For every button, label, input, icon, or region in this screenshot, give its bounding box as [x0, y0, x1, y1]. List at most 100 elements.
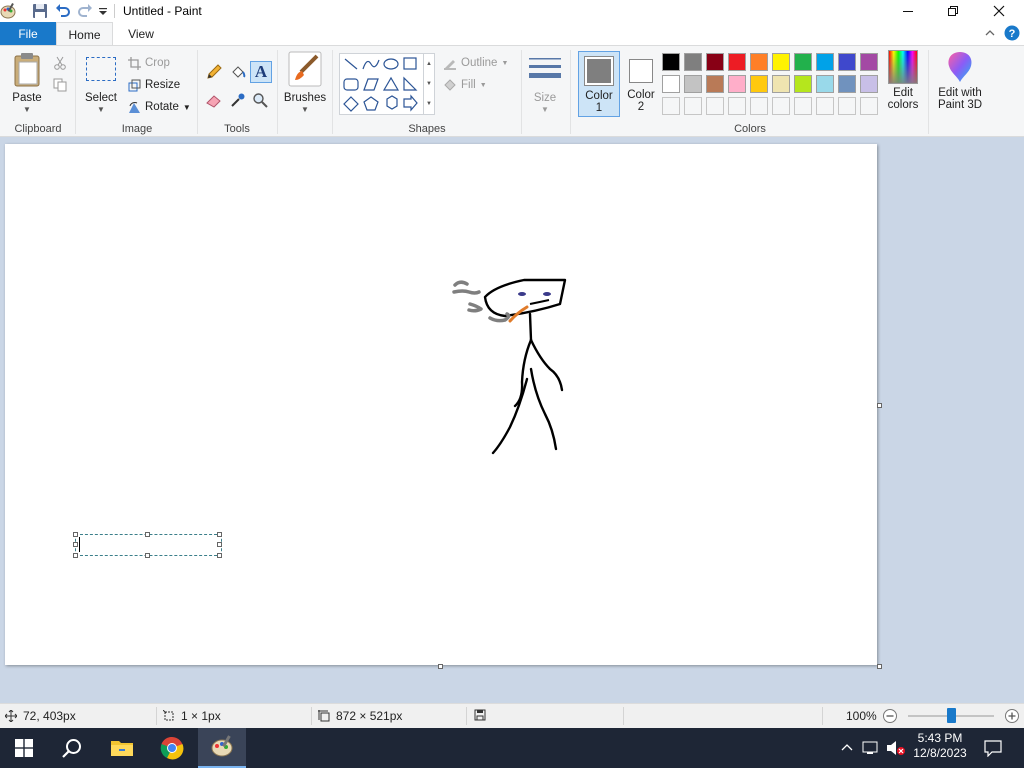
tab-file[interactable]: File: [0, 22, 56, 46]
cut-icon[interactable]: [50, 53, 70, 73]
minimize-button[interactable]: [885, 0, 931, 22]
tab-home[interactable]: Home: [56, 22, 113, 46]
empty-color-swatch[interactable]: [794, 97, 812, 115]
color-swatch[interactable]: [860, 53, 878, 71]
resize-button[interactable]: Resize: [128, 76, 180, 94]
chrome-button[interactable]: [148, 728, 196, 768]
paint-taskbar-button[interactable]: [198, 728, 246, 768]
select-button[interactable]: Select ▼: [82, 50, 120, 116]
tab-view[interactable]: View: [118, 22, 164, 46]
color-swatch[interactable]: [662, 53, 680, 71]
tools-group-label: Tools: [224, 123, 250, 135]
selection-handle[interactable]: [73, 553, 78, 558]
color-swatch[interactable]: [684, 53, 702, 71]
zoom-slider-thumb[interactable]: [946, 708, 956, 723]
volume-button[interactable]: [884, 728, 908, 768]
empty-color-swatch[interactable]: [662, 97, 680, 115]
clock[interactable]: 5:43 PM 12/8/2023: [912, 731, 968, 761]
paint-app-icon[interactable]: [0, 3, 16, 19]
selection-handle[interactable]: [217, 532, 222, 537]
selection-handle[interactable]: [73, 542, 78, 547]
copy-icon[interactable]: [50, 75, 70, 95]
undo-icon[interactable]: [55, 3, 71, 19]
search-button[interactable]: [48, 728, 96, 768]
outline-button[interactable]: Outline ▼: [443, 54, 508, 72]
selection-handle[interactable]: [217, 553, 222, 558]
canvas-resize-handle-corner[interactable]: [877, 664, 882, 669]
brushes-button[interactable]: Brushes ▼: [283, 50, 327, 116]
color-swatch[interactable]: [838, 53, 856, 71]
empty-color-swatch[interactable]: [706, 97, 724, 115]
color-swatch[interactable]: [772, 53, 790, 71]
help-icon[interactable]: ?: [1004, 25, 1020, 44]
selection-handle[interactable]: [73, 532, 78, 537]
window-title: Untitled - Paint: [123, 4, 202, 18]
color2-label-line2: 2: [637, 101, 645, 113]
paste-button[interactable]: Paste ▼: [8, 50, 46, 116]
color-swatch[interactable]: [794, 75, 812, 93]
empty-color-swatch[interactable]: [728, 97, 746, 115]
edit-with-paint3d-button[interactable]: Edit with Paint 3D: [932, 50, 988, 111]
show-hidden-icons-button[interactable]: [837, 728, 857, 768]
color-swatch[interactable]: [772, 75, 790, 93]
selection-handle[interactable]: [145, 532, 150, 537]
status-divider: [822, 707, 823, 725]
empty-color-swatch[interactable]: [838, 97, 856, 115]
color-picker-icon[interactable]: [228, 90, 248, 110]
network-button[interactable]: [860, 728, 882, 768]
customize-quick-access-icon[interactable]: [98, 3, 108, 19]
redo-icon[interactable]: [77, 3, 93, 19]
color-swatch[interactable]: [860, 75, 878, 93]
start-button[interactable]: [0, 728, 48, 768]
crop-button[interactable]: Crop: [128, 54, 170, 72]
color-swatch[interactable]: [706, 75, 724, 93]
size-button[interactable]: Size ▼: [527, 50, 563, 116]
color1-button[interactable]: Color 1: [578, 51, 620, 117]
color-swatch[interactable]: [816, 53, 834, 71]
empty-color-swatch[interactable]: [750, 97, 768, 115]
color-swatch[interactable]: [728, 53, 746, 71]
shapes-gallery[interactable]: [339, 53, 424, 115]
file-explorer-button[interactable]: [98, 728, 146, 768]
line-size-icon: [528, 50, 562, 88]
color-swatch[interactable]: [816, 75, 834, 93]
color-swatch[interactable]: [728, 75, 746, 93]
rotate-button[interactable]: Rotate ▼: [128, 98, 191, 116]
color-swatch[interactable]: [662, 75, 680, 93]
empty-color-swatch[interactable]: [772, 97, 790, 115]
selection-handle[interactable]: [145, 553, 150, 558]
empty-color-swatch[interactable]: [860, 97, 878, 115]
save-icon[interactable]: [32, 3, 48, 19]
pencil-icon[interactable]: [204, 62, 224, 82]
notification-icon: [984, 740, 1002, 757]
canvas-resize-handle-right[interactable]: [877, 403, 882, 408]
magnifier-icon[interactable]: [250, 90, 270, 110]
color-swatch[interactable]: [838, 75, 856, 93]
empty-color-swatch[interactable]: [816, 97, 834, 115]
collapse-ribbon-icon[interactable]: [984, 27, 996, 42]
close-button[interactable]: [976, 0, 1022, 22]
edit-colors-button[interactable]: Edit colors: [883, 50, 923, 111]
zoom-out-button[interactable]: [882, 708, 898, 724]
fill-dropdown-icon: ▼: [479, 81, 487, 89]
title-bar: Untitled - Paint: [0, 0, 1024, 22]
text-tool-icon[interactable]: A: [250, 61, 272, 83]
ribbon-separator: [521, 50, 522, 134]
color-swatch[interactable]: [794, 53, 812, 71]
color-swatch[interactable]: [750, 53, 768, 71]
eraser-icon[interactable]: [204, 90, 224, 110]
color-swatch[interactable]: [706, 53, 724, 71]
empty-color-swatch[interactable]: [684, 97, 702, 115]
drawing-canvas[interactable]: [5, 144, 877, 665]
color-swatch[interactable]: [684, 75, 702, 93]
canvas-resize-handle-bottom[interactable]: [438, 664, 443, 669]
color-swatch[interactable]: [750, 75, 768, 93]
zoom-in-button[interactable]: [1004, 708, 1020, 724]
fill-button[interactable]: Fill ▼: [443, 76, 487, 94]
notifications-button[interactable]: [978, 728, 1008, 768]
selection-handle[interactable]: [217, 542, 222, 547]
fill-with-color-icon[interactable]: [228, 62, 248, 82]
color2-button[interactable]: Color 2: [622, 51, 660, 113]
shapes-scroll[interactable]: ▲ ▼ ▼: [424, 53, 435, 115]
restore-button[interactable]: [930, 0, 976, 22]
